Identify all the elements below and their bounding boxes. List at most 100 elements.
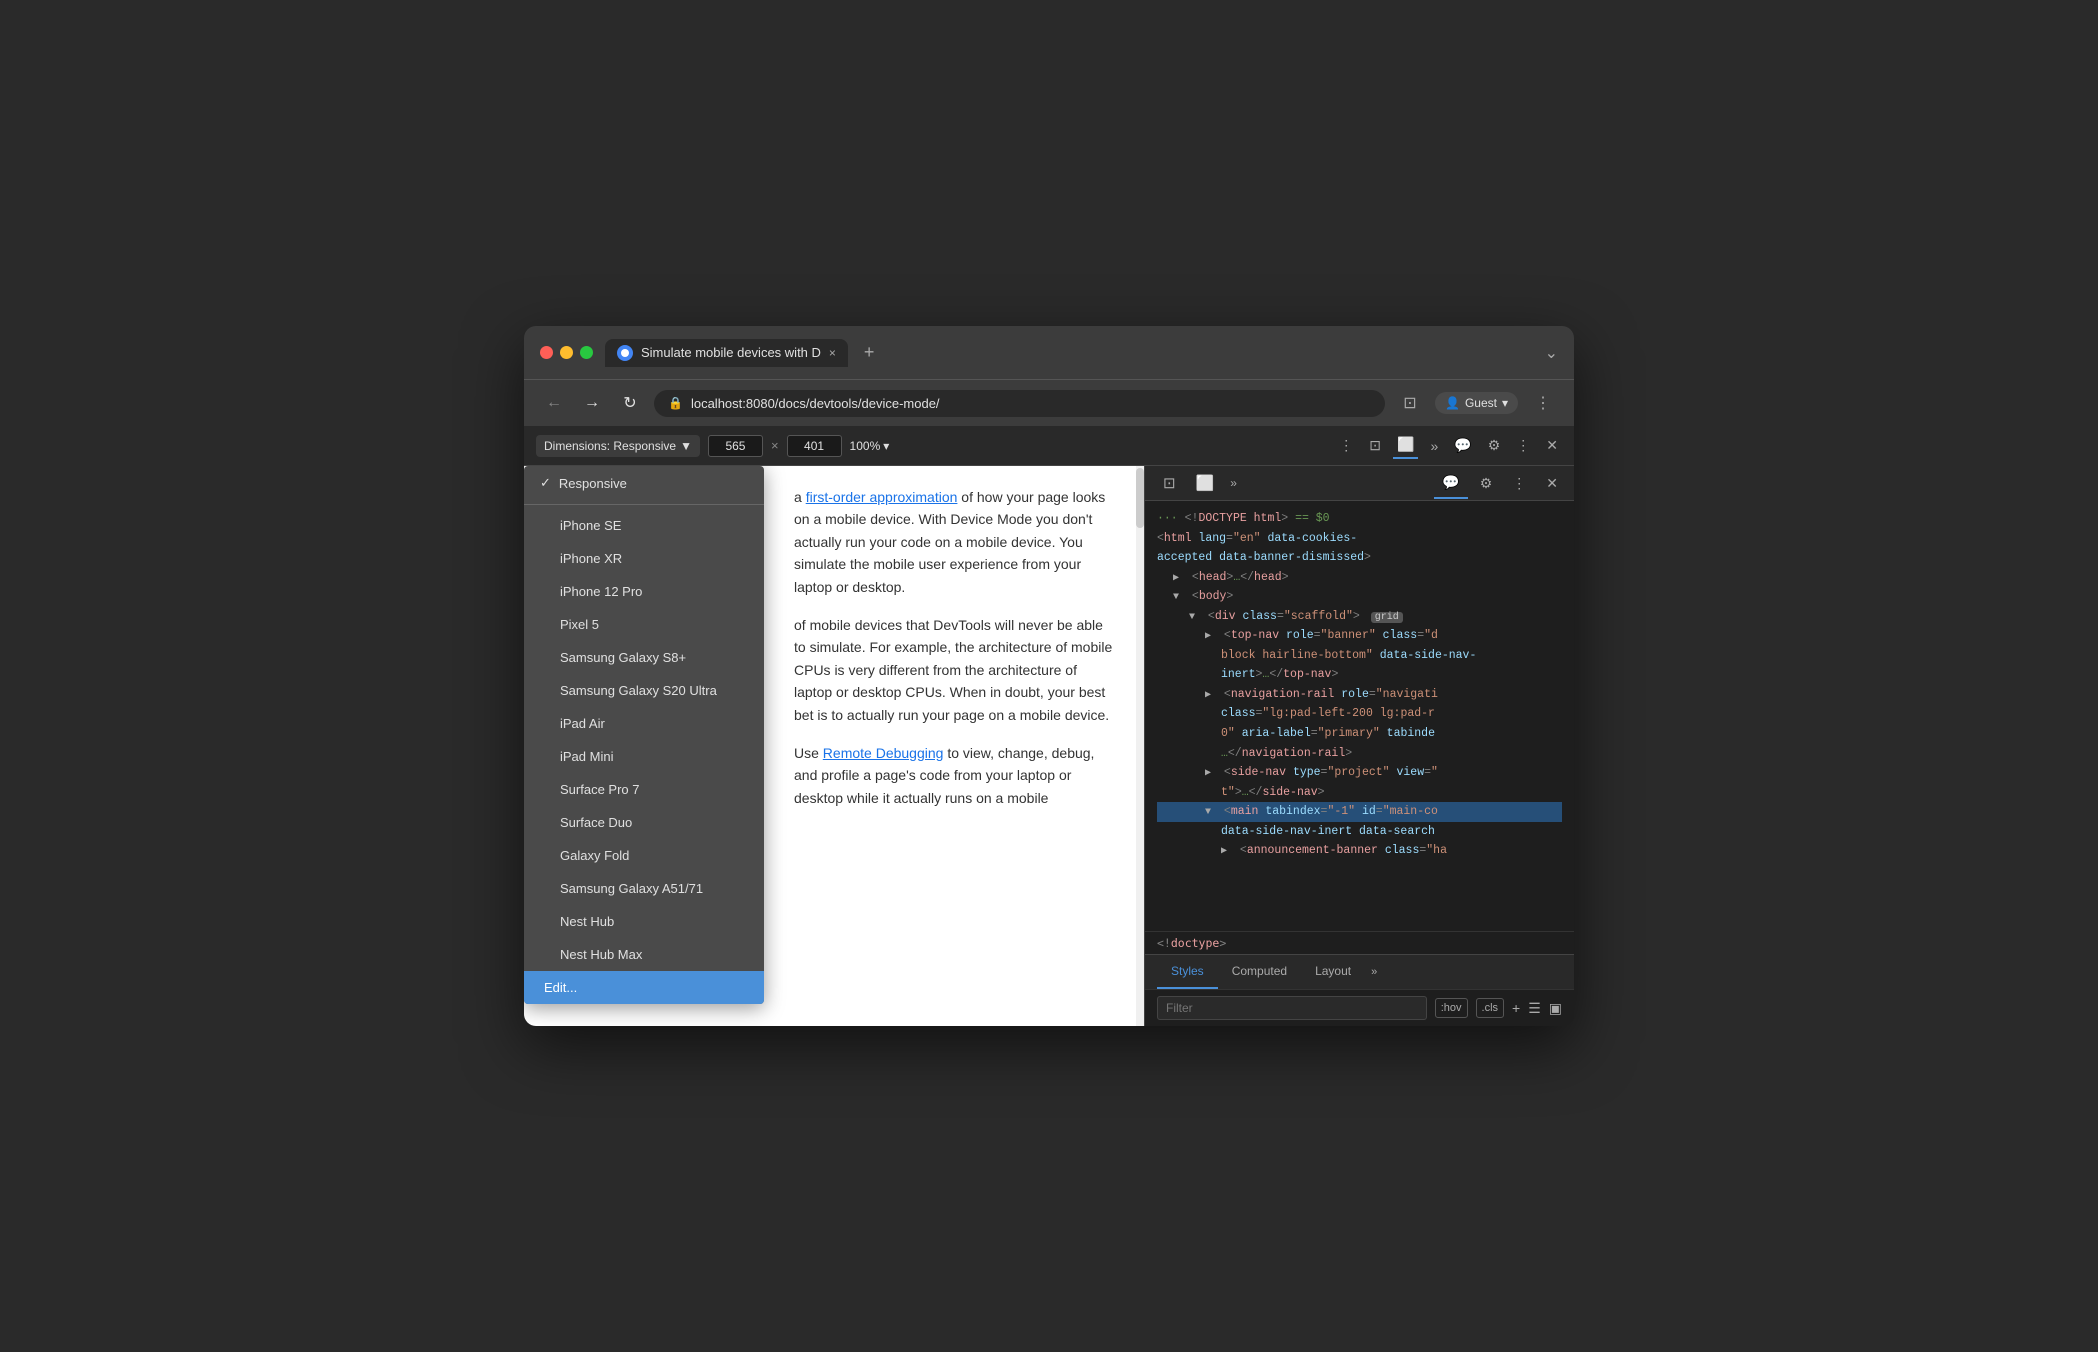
dom-line-nav-rail-cont2: 0" aria-label="primary" tabinde bbox=[1157, 724, 1562, 744]
address-bar: ← → ↻ 🔒 localhost:8080/docs/devtools/dev… bbox=[524, 379, 1574, 426]
dropdown-item-iphone-12-pro[interactable]: iPhone 12 Pro bbox=[524, 575, 764, 608]
dom-tree: ··· <!DOCTYPE html> == $0 <html lang="en… bbox=[1145, 501, 1574, 931]
profile-button[interactable]: 👤 Guest ▾ bbox=[1435, 392, 1518, 414]
element-state-toggle[interactable]: ▣ bbox=[1549, 1000, 1562, 1017]
tab-menu-button[interactable]: ⌄ bbox=[1545, 343, 1558, 363]
address-input[interactable]: 🔒 localhost:8080/docs/devtools/device-mo… bbox=[654, 390, 1385, 417]
dropdown-label: Pixel 5 bbox=[560, 617, 599, 632]
dropdown-item-ipad-mini[interactable]: iPad Mini bbox=[524, 740, 764, 773]
scrollbar-track[interactable] bbox=[1136, 466, 1144, 1026]
hover-filter-button[interactable]: :hov bbox=[1435, 998, 1468, 1018]
dropdown-item-ipad-air[interactable]: iPad Air bbox=[524, 707, 764, 740]
dropdown-item-edit[interactable]: Edit... bbox=[524, 971, 764, 1004]
address-text: localhost:8080/docs/devtools/device-mode… bbox=[691, 396, 940, 411]
dimensions-dropdown[interactable]: Dimensions: Responsive ▼ bbox=[536, 435, 700, 457]
close-window-button[interactable] bbox=[540, 346, 553, 359]
dropdown-item-samsung-s20[interactable]: Samsung Galaxy S20 Ultra bbox=[524, 674, 764, 707]
devtools-more-icon[interactable]: » bbox=[1426, 434, 1442, 458]
layout-tab[interactable]: Layout bbox=[1301, 955, 1365, 989]
dom-line-doctype[interactable]: ··· <!DOCTYPE html> == $0 bbox=[1157, 509, 1562, 529]
browser-menu-button[interactable]: ⋮ bbox=[1528, 388, 1558, 418]
device-mode-icon[interactable]: ⬜ bbox=[1393, 432, 1418, 459]
tab-favicon-icon bbox=[617, 345, 633, 361]
dom-line-html-cont: accepted data-banner-dismissed> bbox=[1157, 548, 1562, 568]
devtools-more-ctrl-button[interactable]: ⋮ bbox=[1504, 469, 1534, 498]
computed-style-toggle[interactable]: ☰ bbox=[1528, 1000, 1541, 1017]
dropdown-item-nest-hub-max[interactable]: Nest Hub Max bbox=[524, 938, 764, 971]
computed-tab[interactable]: Computed bbox=[1218, 955, 1301, 989]
cast-button[interactable]: ⊡ bbox=[1395, 388, 1425, 418]
dom-line-html[interactable]: <html lang="en" data-cookies- bbox=[1157, 529, 1562, 549]
devtools-tab-more[interactable]: » bbox=[1224, 468, 1243, 498]
toolbar-more-button[interactable]: ⋮ bbox=[1335, 433, 1357, 458]
dropdown-item-iphone-se[interactable]: iPhone SE bbox=[524, 509, 764, 542]
forward-button[interactable]: → bbox=[578, 389, 606, 417]
filter-input[interactable] bbox=[1157, 996, 1427, 1020]
scrollbar-thumb[interactable] bbox=[1136, 468, 1144, 528]
dropdown-label: Nest Hub Max bbox=[560, 947, 642, 962]
doctype-line[interactable]: <!doctype> bbox=[1145, 931, 1574, 954]
device-tab[interactable]: ⬜ bbox=[1186, 466, 1225, 500]
refresh-button[interactable]: ↻ bbox=[616, 389, 644, 417]
dropdown-label: iPhone XR bbox=[560, 551, 622, 566]
dropdown-item-nest-hub[interactable]: Nest Hub bbox=[524, 905, 764, 938]
dom-line-announcement[interactable]: ▶ <announcement-banner class="ha bbox=[1157, 841, 1562, 861]
devtools-toolbar: Dimensions: Responsive ▼ × 100% ▾ ⋮ ⊡ ⬜ … bbox=[524, 426, 1574, 466]
height-input[interactable] bbox=[787, 435, 842, 457]
active-tab[interactable]: Simulate mobile devices with D × bbox=[605, 339, 848, 367]
settings-ctrl-button[interactable]: ⚙ bbox=[1472, 469, 1501, 498]
tab-close-button[interactable]: × bbox=[829, 346, 836, 360]
close-devtools-button[interactable]: ✕ bbox=[1542, 433, 1562, 458]
traffic-lights bbox=[540, 346, 593, 359]
maximize-window-button[interactable] bbox=[580, 346, 593, 359]
inspector-tab[interactable]: ⊡ bbox=[1153, 466, 1186, 500]
dimensions-arrow-icon: ▼ bbox=[680, 439, 692, 453]
dropdown-item-surface-pro[interactable]: Surface Pro 7 bbox=[524, 773, 764, 806]
dom-line-side-nav[interactable]: ▶ <side-nav type="project" view=" bbox=[1157, 763, 1562, 783]
dom-line-head[interactable]: ▶ <head>…</head> bbox=[1157, 568, 1562, 588]
dropdown-item-samsung-a51[interactable]: Samsung Galaxy A51/71 bbox=[524, 872, 764, 905]
dropdown-label: iPad Air bbox=[560, 716, 605, 731]
zoom-select[interactable]: 100% ▾ bbox=[850, 439, 890, 453]
dom-line-body[interactable]: ▼ <body> bbox=[1157, 587, 1562, 607]
profile-label: Guest bbox=[1465, 396, 1497, 410]
dom-line-scaffold[interactable]: ▼ <div class="scaffold"> grid bbox=[1157, 607, 1562, 627]
profile-icon: 👤 bbox=[1445, 396, 1460, 410]
back-button[interactable]: ← bbox=[540, 389, 568, 417]
new-tab-button[interactable]: + bbox=[856, 338, 883, 367]
dom-line-main-cont: data-side-nav-inert data-search bbox=[1157, 822, 1562, 842]
close-devtools-ctrl-button[interactable]: ✕ bbox=[1538, 469, 1566, 498]
dom-line-main[interactable]: ▼ <main tabindex="-1" id="main-co bbox=[1157, 802, 1562, 822]
settings-icon[interactable]: ⚙ bbox=[1484, 433, 1505, 458]
dimension-separator: × bbox=[771, 438, 779, 453]
console-tab-active[interactable]: 💬 bbox=[1434, 468, 1467, 499]
dropdown-item-pixel-5[interactable]: Pixel 5 bbox=[524, 608, 764, 641]
dropdown-item-samsung-s8[interactable]: Samsung Galaxy S8+ bbox=[524, 641, 764, 674]
dom-line-side-nav-close: t">…</side-nav> bbox=[1157, 783, 1562, 803]
dropdown-label: Edit... bbox=[544, 980, 577, 995]
grid-badge: grid bbox=[1371, 612, 1403, 623]
browser-actions: ⊡ 👤 Guest ▾ ⋮ bbox=[1395, 388, 1558, 418]
devtools-menu-icon[interactable]: ⋮ bbox=[1512, 433, 1534, 458]
zoom-label: 100% bbox=[850, 439, 881, 453]
dropdown-item-responsive[interactable]: Responsive bbox=[524, 466, 764, 500]
dom-line-nav-rail-cont: class="lg:pad-left-200 lg:pad-r bbox=[1157, 704, 1562, 724]
devtools-panel: ⊡ ⬜ » 💬 ⚙ ⋮ ✕ ··· <!DOCTYPE html> == $0 bbox=[1144, 466, 1574, 1026]
filter-bar: :hov .cls + ☰ ▣ bbox=[1145, 989, 1574, 1026]
dropdown-item-surface-duo[interactable]: Surface Duo bbox=[524, 806, 764, 839]
chat-icon[interactable]: 💬 bbox=[1450, 433, 1475, 458]
width-input[interactable] bbox=[708, 435, 763, 457]
inspector-icon[interactable]: ⊡ bbox=[1365, 433, 1385, 458]
dropdown-label: Surface Duo bbox=[560, 815, 632, 830]
minimize-window-button[interactable] bbox=[560, 346, 573, 359]
dom-line-nav-rail[interactable]: ▶ <navigation-rail role="navigati bbox=[1157, 685, 1562, 705]
dropdown-item-galaxy-fold[interactable]: Galaxy Fold bbox=[524, 839, 764, 872]
add-style-button[interactable]: + bbox=[1512, 1000, 1520, 1016]
dropdown-divider bbox=[524, 504, 764, 505]
devtools-bottom-tabs: Styles Computed Layout » bbox=[1145, 954, 1574, 989]
dom-line-top-nav[interactable]: ▶ <top-nav role="banner" class="d bbox=[1157, 626, 1562, 646]
dropdown-item-iphone-xr[interactable]: iPhone XR bbox=[524, 542, 764, 575]
bottom-tab-more[interactable]: » bbox=[1365, 957, 1383, 987]
styles-tab[interactable]: Styles bbox=[1157, 955, 1218, 989]
class-filter-button[interactable]: .cls bbox=[1476, 998, 1505, 1018]
